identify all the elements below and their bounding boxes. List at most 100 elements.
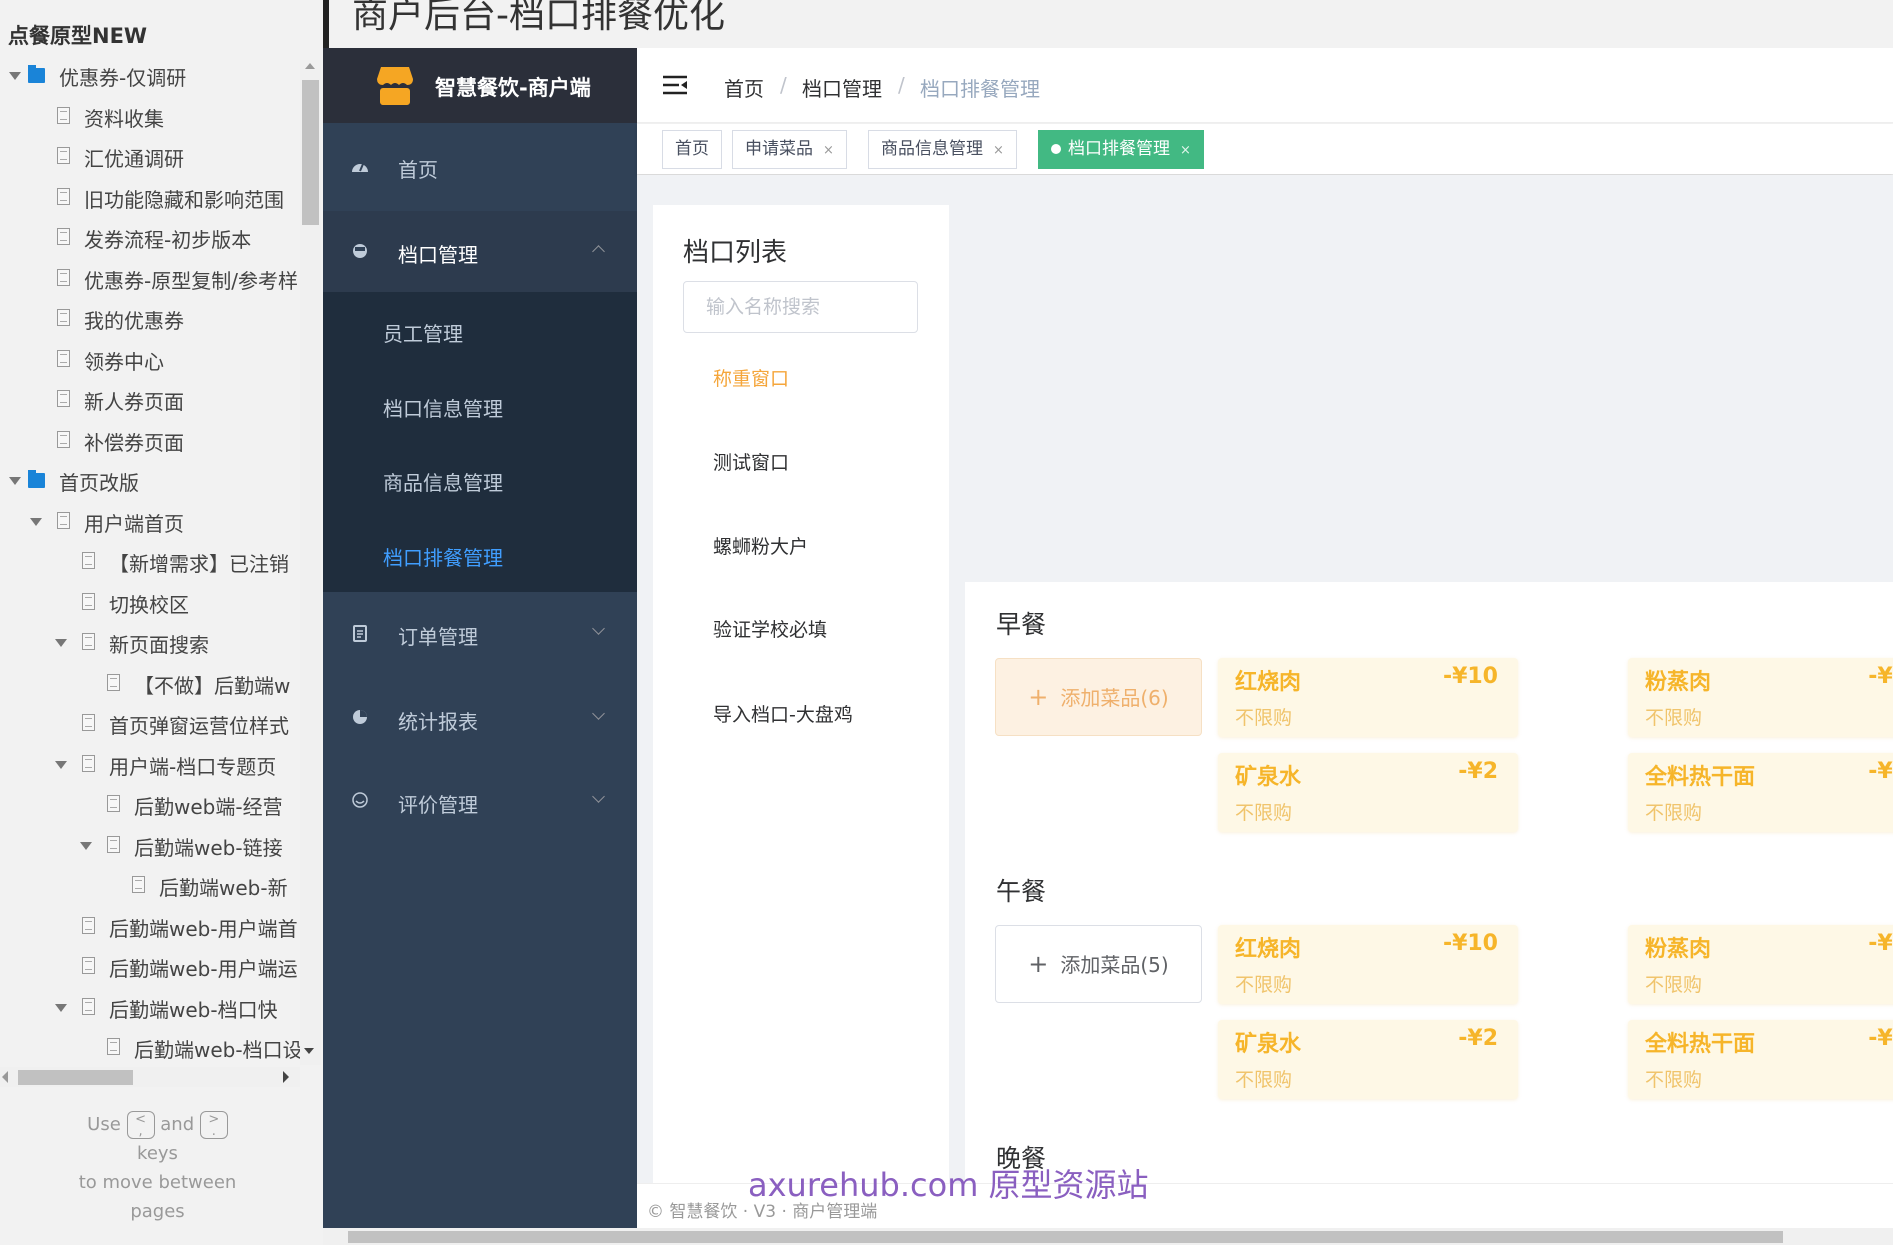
comma-key-icon: <, [126, 1111, 155, 1139]
dish-price: -¥10 [1442, 664, 1498, 689]
stall-search-input[interactable] [683, 281, 918, 333]
dish-card[interactable]: 全料热干面 -¥8 不限购 [1628, 753, 1893, 832]
breadcrumb-stall[interactable]: 档口管理 [802, 73, 882, 102]
expand-arrow-icon[interactable] [55, 639, 67, 647]
tag-goods-info[interactable]: 商品信息管理 × [868, 130, 1017, 169]
stall-item[interactable]: 称重窗口 [713, 364, 789, 391]
expand-arrow-icon[interactable] [80, 841, 92, 850]
meal-title: 午餐 [996, 877, 1047, 906]
tree-item[interactable]: 首页弹窗运营位样式 [0, 706, 300, 746]
menu-item-home[interactable]: 首页 [323, 130, 637, 210]
page-icon [107, 1038, 120, 1055]
tree-item[interactable]: 切换校区 [0, 585, 300, 625]
tree-item[interactable]: 用户端首页 [0, 504, 300, 544]
stall-item[interactable]: 螺蛳粉大户 [713, 532, 808, 559]
tree-item[interactable]: 首页改版 [0, 463, 300, 503]
tag-apply-dish[interactable]: 申请菜品 × [732, 130, 847, 169]
expand-arrow-icon[interactable] [9, 72, 21, 80]
tree-item[interactable]: 【不做】后勤端w [0, 666, 300, 706]
tree-item[interactable]: 后勤端web-链接 [0, 828, 300, 868]
dish-card[interactable]: 红烧肉 -¥10 不限购 [1218, 658, 1518, 737]
submenu-item-staff[interactable]: 员工管理 [383, 318, 463, 347]
breadcrumb-home[interactable]: 首页 [724, 73, 764, 102]
submenu-item-stall-info[interactable]: 档口信息管理 [383, 393, 503, 422]
tag-label: 商品信息管理 [881, 139, 983, 159]
close-icon[interactable]: × [1180, 143, 1191, 158]
page-icon [57, 268, 70, 286]
tree-item[interactable]: 【新增需求】已注销 [0, 544, 300, 584]
tree-item[interactable]: 新人券页面 [0, 382, 300, 422]
dish-card[interactable]: 红烧肉 -¥10 不限购 [1218, 925, 1518, 1004]
keyboard-help: Use <, and >. keys to move between pages [0, 1110, 315, 1226]
tree-item[interactable]: 后勤端web-用户端首 [0, 909, 300, 949]
page-icon [132, 876, 145, 893]
close-icon[interactable]: × [823, 143, 834, 158]
menu-item-order[interactable]: 订单管理 [323, 595, 637, 675]
add-dish-label: 添加菜品(6) [1060, 686, 1169, 710]
tree-item[interactable]: 我的优惠券 [0, 301, 300, 341]
add-dish-button[interactable]: + 添加菜品(6) [995, 658, 1202, 736]
tree-item[interactable]: 后勤端web-新 [0, 868, 300, 908]
submenu-item-goods-info[interactable]: 商品信息管理 [383, 467, 503, 496]
tag-label: 首页 [675, 139, 709, 159]
expand-arrow-icon[interactable] [55, 760, 67, 769]
scroll-right-icon[interactable] [283, 1071, 289, 1083]
dish-card[interactable]: 矿泉水 -¥2 不限购 [1218, 1020, 1518, 1099]
tree-item[interactable]: 优惠券-仅调研 [0, 58, 300, 98]
dish-limit: 不限购 [1645, 974, 1703, 996]
expand-arrow-icon[interactable] [9, 477, 21, 485]
tree-item[interactable]: 汇优通调研 [0, 139, 300, 179]
tree-item-label: 优惠券-仅调研 [59, 66, 187, 90]
tree-item[interactable]: 后勤web端-经营 [0, 787, 300, 827]
menu-item-stall[interactable]: 档口管理 [323, 211, 637, 292]
dish-card[interactable]: 矿泉水 -¥2 不限购 [1218, 753, 1518, 832]
help-text: pages [130, 1201, 185, 1222]
scroll-down-icon[interactable] [304, 1048, 314, 1054]
tree-item[interactable]: 后勤端web-档口快 [0, 990, 300, 1030]
tag-home[interactable]: 首页 [662, 130, 722, 169]
add-dish-button[interactable]: + 添加菜品(5) [995, 925, 1202, 1003]
tree-item-label: 新页面搜索 [109, 633, 209, 657]
tree-item[interactable]: 新页面搜索 [0, 625, 300, 665]
dish-card[interactable]: 全料热干面 -¥8 不限购 [1628, 1020, 1893, 1099]
tree-item[interactable]: 优惠券-原型复制/参考样 [0, 261, 300, 301]
tree-item[interactable]: 补偿券页面 [0, 423, 300, 463]
tree-item-label: 旧功能隐藏和影响范围 [84, 187, 284, 212]
submenu-item-meal-schedule[interactable]: 档口排餐管理 [383, 542, 503, 571]
scroll-left-icon[interactable] [2, 1071, 8, 1083]
tree-item[interactable]: 发券流程-初步版本 [0, 220, 300, 260]
hamburger-icon[interactable] [663, 75, 687, 95]
scroll-up-icon[interactable] [305, 63, 315, 69]
dish-limit: 不限购 [1645, 707, 1703, 729]
dish-limit: 不限购 [1235, 802, 1293, 824]
tree-scroll-thumb[interactable] [302, 80, 319, 225]
breadcrumb-current: 档口排餐管理 [920, 77, 1040, 101]
tree-item[interactable]: 旧功能隐藏和影响范围 [0, 180, 300, 220]
tag-label: 档口排餐管理 [1068, 139, 1170, 159]
tree-item[interactable]: 领券中心 [0, 342, 300, 382]
page-icon [107, 673, 120, 691]
tree-item[interactable]: 后勤端web-用户端运 [0, 949, 300, 989]
pie-chart-icon [353, 710, 367, 724]
expand-arrow-icon[interactable] [55, 1003, 67, 1012]
tree-item[interactable]: 用户端-档口专题页 [0, 747, 300, 787]
expand-arrow-icon[interactable] [30, 517, 42, 526]
dish-card[interactable]: 粉蒸肉 -¥1 不限购 [1628, 925, 1893, 1004]
page-icon [57, 309, 70, 326]
dish-card[interactable]: 粉蒸肉 -¥1 不限购 [1628, 658, 1893, 737]
stall-item[interactable]: 导入档口-大盘鸡 [713, 700, 853, 727]
close-icon[interactable]: × [993, 143, 1004, 158]
tree-item-label: 后勤端web-链接 [134, 835, 283, 860]
menu-item-stats[interactable]: 统计报表 [323, 680, 637, 760]
stall-item[interactable]: 验证学校必填 [713, 615, 827, 642]
stall-item[interactable]: 测试窗口 [713, 448, 789, 475]
tree-hscroll-thumb[interactable] [18, 1070, 133, 1085]
page-icon [107, 835, 120, 853]
menu-item-review[interactable]: 评价管理 [323, 763, 637, 843]
tree-item[interactable]: 资料收集 [0, 99, 300, 139]
tree-item[interactable]: 后勤端web-档口设 [0, 1030, 300, 1070]
menu-label: 订单管理 [398, 625, 478, 649]
dish-name: 矿泉水 [1235, 765, 1302, 790]
horizontal-scroll-thumb[interactable] [348, 1231, 1783, 1243]
tag-meal-schedule[interactable]: 档口排餐管理 × [1038, 130, 1204, 169]
